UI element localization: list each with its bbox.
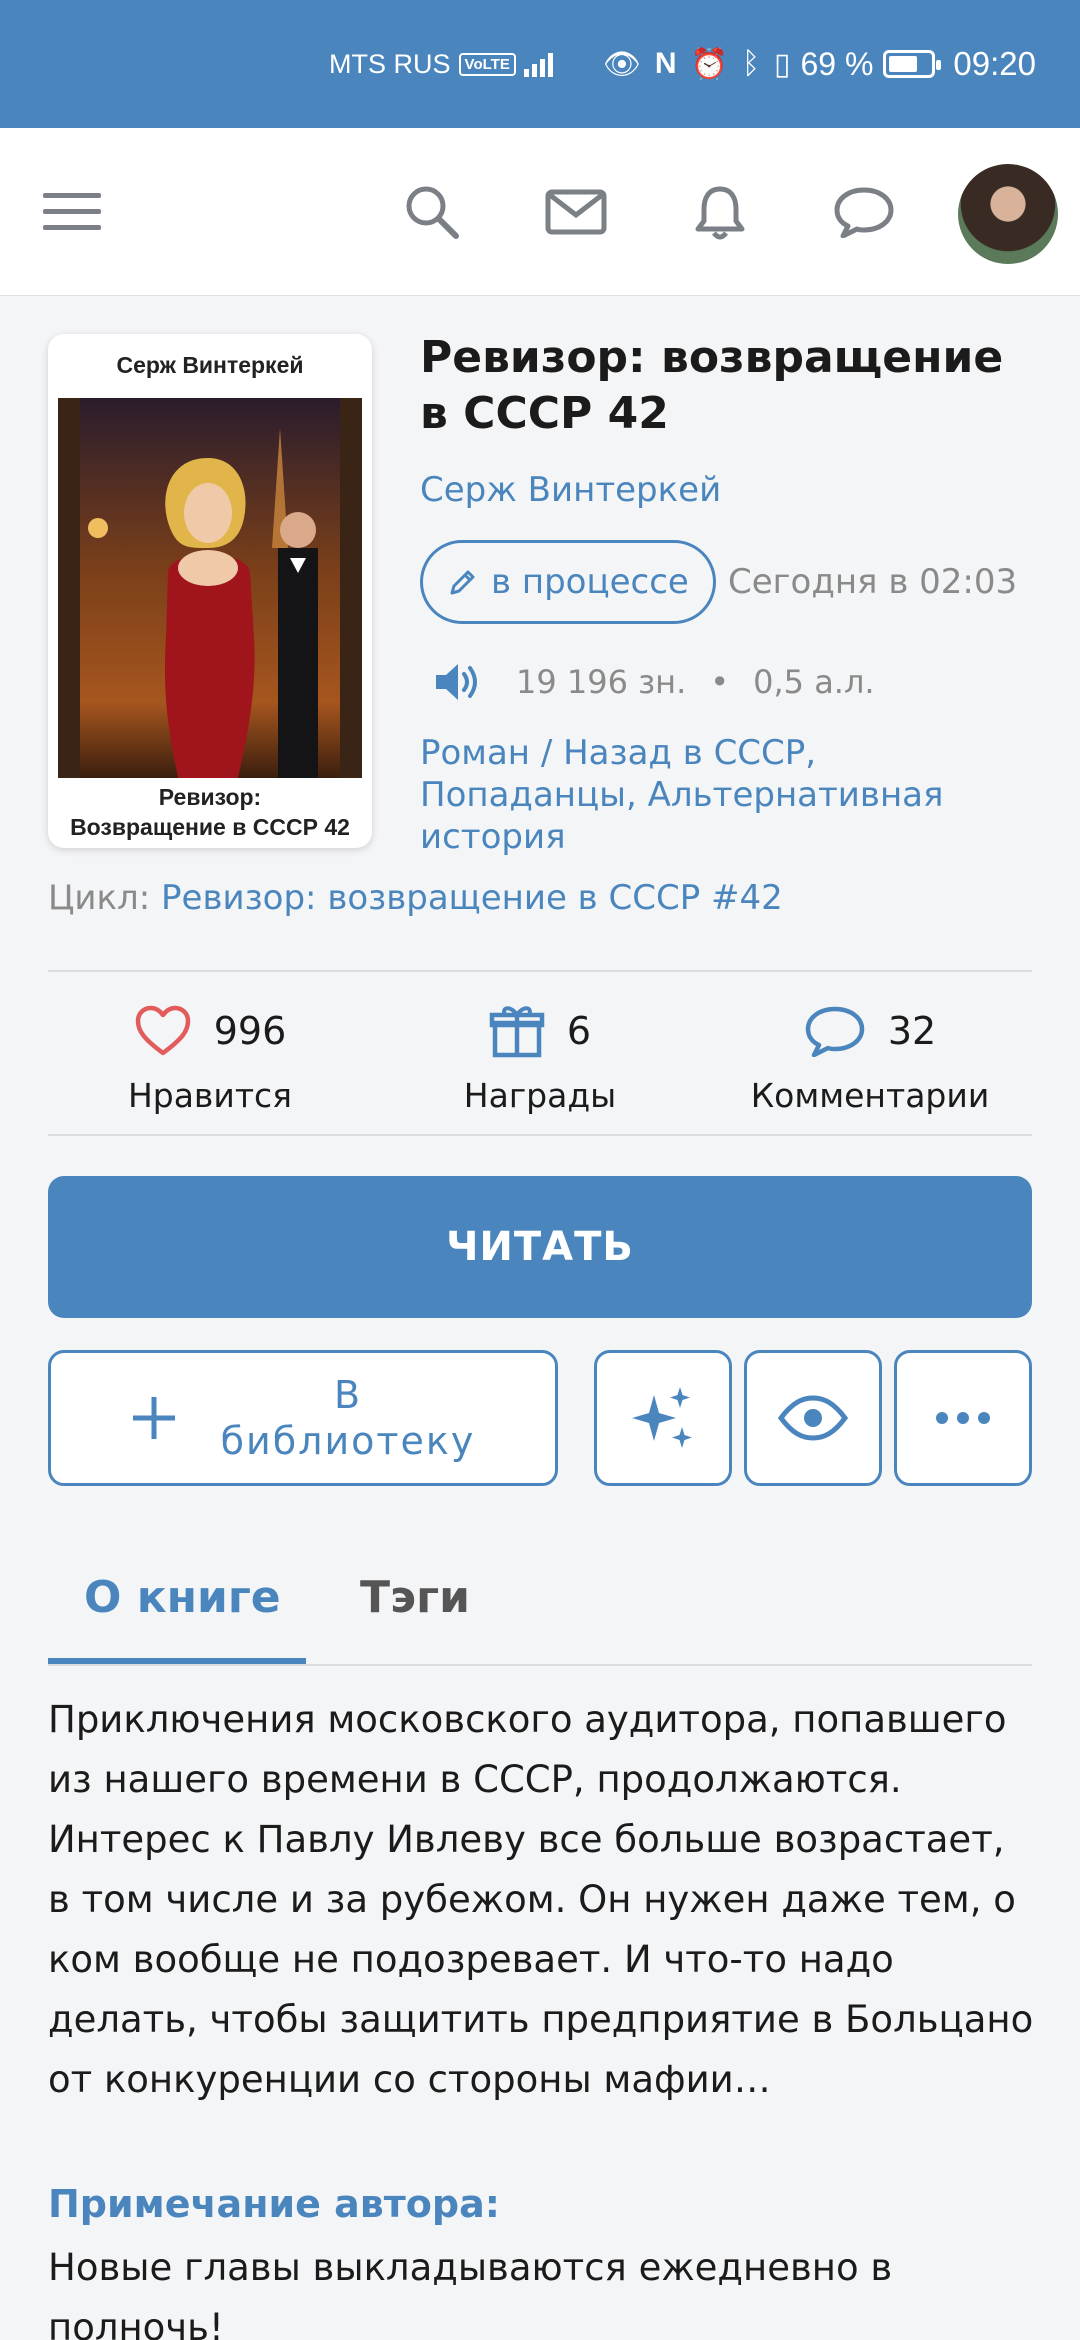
chat-icon[interactable]	[824, 172, 904, 252]
tab-tags[interactable]: Тэги	[360, 1572, 470, 1623]
comments-label: Комментарии	[750, 1076, 990, 1115]
battery-percent: 69 %	[800, 45, 874, 82]
pencil-icon	[450, 570, 475, 595]
heart-icon	[135, 1005, 190, 1056]
tabs-divider	[48, 1664, 1032, 1666]
nfc-icon: N	[654, 47, 677, 80]
awards-label: Награды	[463, 1076, 617, 1115]
updated-time: Сегодня в 02:03	[728, 562, 1018, 602]
cover-title: Ревизор: Возвращение в СССР 42	[48, 782, 372, 842]
read-button[interactable]: ЧИТАТЬ	[48, 1176, 1032, 1318]
search-icon[interactable]	[392, 172, 472, 252]
watch-button[interactable]	[744, 1350, 882, 1486]
likes-label: Нравится	[127, 1076, 293, 1115]
clock: 09:20	[953, 45, 1036, 82]
eye-status-icon: 👁	[602, 47, 641, 81]
meta-separator: •	[710, 663, 730, 701]
cycle-link[interactable]: Ревизор: возвращение в СССР #42	[161, 878, 783, 918]
tab-about[interactable]: О книге	[84, 1572, 281, 1623]
likes-count: 996	[213, 1009, 287, 1053]
sparkle-icon	[632, 1387, 692, 1448]
cycle-info: Цикл: Ревизор: возвращение в СССР #42	[48, 878, 783, 918]
cover-illustration	[58, 398, 362, 778]
book-meta: 19 196 зн. • 0,5 а.л.	[432, 660, 875, 704]
book-description: Приключения московского аудитора, попавш…	[48, 1698, 1034, 2101]
divider	[48, 970, 1032, 972]
battery-icon	[883, 50, 942, 78]
author-link[interactable]: Серж Винтеркей	[420, 470, 721, 510]
volte-badge: VoLTE	[458, 52, 516, 76]
sheet-count: 0,5 а.л.	[753, 663, 875, 701]
plus-icon	[132, 1397, 175, 1439]
library-label-line2: библиотеку	[220, 1419, 476, 1463]
awards-count: 6	[566, 1009, 592, 1053]
author-note-text: Новые главы выкладываются ежедневно в по…	[48, 2246, 893, 2340]
mail-icon[interactable]	[536, 172, 616, 252]
book-title: Ревизор: возвращение в СССР 42	[420, 332, 1004, 439]
carrier-name: MTS RUS	[329, 48, 451, 79]
signal-icon	[523, 51, 553, 77]
gift-icon	[489, 1006, 545, 1058]
genre-links[interactable]: Роман / Назад в СССР, Попаданцы, Альтерн…	[420, 732, 1040, 858]
more-button[interactable]	[894, 1350, 1032, 1486]
library-label-line1: В	[333, 1373, 363, 1417]
cover-title-line2: Возвращение в СССР 42	[70, 814, 350, 840]
status-label: в процессе	[491, 562, 689, 602]
status-bar: MTS RUS VoLTE 👁 N ⏰ ᛒ ▯ 69 % 09:20	[0, 0, 1080, 128]
more-dots-icon	[936, 1412, 990, 1424]
recommend-button[interactable]	[594, 1350, 732, 1486]
awards-stat[interactable]: 6 Награды	[430, 996, 650, 1115]
avatar[interactable]	[958, 164, 1058, 264]
vibrate-icon: ▯	[773, 47, 791, 81]
comment-icon	[805, 1006, 865, 1057]
comments-count: 32	[887, 1009, 937, 1053]
divider	[48, 1134, 1032, 1136]
bell-icon[interactable]	[680, 172, 760, 252]
cover-title-line1: Ревизор:	[158, 784, 262, 810]
author-note-heading: Примечание автора:	[48, 2182, 500, 2226]
cycle-label: Цикл:	[48, 878, 151, 918]
book-cover[interactable]: Серж Винтеркей Ревизор: Возвращение в СС…	[48, 334, 372, 848]
status-badge[interactable]: в процессе	[420, 540, 716, 624]
likes-stat[interactable]: 996 Нравится	[100, 996, 320, 1115]
speaker-icon[interactable]	[432, 660, 482, 704]
top-nav	[0, 128, 1080, 296]
alarm-icon: ⏰	[690, 47, 728, 81]
eye-icon	[778, 1395, 848, 1441]
menu-icon[interactable]	[32, 172, 112, 252]
bluetooth-icon: ᛒ	[741, 47, 760, 80]
cover-author: Серж Винтеркей	[116, 352, 304, 378]
add-to-library-button[interactable]: В библиотеку	[48, 1350, 558, 1486]
comments-stat[interactable]: 32 Комментарии	[740, 996, 1000, 1115]
char-count: 19 196 зн.	[516, 663, 687, 701]
